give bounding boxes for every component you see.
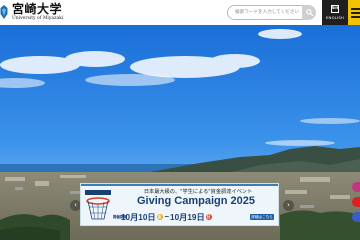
logo-japanese-name: 宮崎大学 [12, 2, 63, 16]
search-input[interactable] [235, 7, 303, 18]
instagram-icon[interactable] [352, 182, 360, 192]
chevron-right-icon: › [287, 201, 290, 209]
facebook-icon[interactable] [352, 212, 360, 222]
start-weekday-badge: 金 [156, 213, 163, 220]
basketball-hoop-icon [85, 190, 111, 220]
date-separator: – [164, 212, 170, 221]
side-link-strip [352, 182, 360, 227]
hamburger-icon-bar [351, 8, 360, 10]
campaign-tagline: 日本最大級の、"学生による"資金調達イベント [143, 189, 253, 195]
english-language-button[interactable]: En ENGLISH [322, 0, 348, 25]
giving-campaign-banner[interactable]: 日本最大級の、"学生による"資金調達イベント Giving Campaign 2… [80, 183, 279, 226]
logo-english-name: University of Miyazaki [12, 16, 64, 21]
end-date: 10月19日 [170, 212, 205, 222]
university-emblem-icon [0, 5, 8, 19]
hamburger-icon-bar [351, 16, 360, 18]
chevron-left-icon: ‹ [74, 201, 77, 209]
campaign-period: 開催期間 10月10日 金 – 10月19日 日 [113, 211, 263, 222]
banner-top-stripe [81, 184, 278, 186]
end-weekday-badge: 日 [205, 213, 212, 220]
youtube-icon[interactable] [352, 197, 360, 207]
menu-button[interactable] [348, 0, 360, 25]
language-badge: En [331, 5, 339, 13]
language-label: ENGLISH [325, 15, 345, 20]
period-label: 開催期間 [113, 214, 127, 219]
campaign-title: Giving Campaign 2025 [137, 195, 255, 207]
site-header: 宮崎大学 University of Miyazaki En ENGLISH [0, 0, 360, 25]
start-date: 10月10日 [121, 212, 156, 222]
search-button[interactable] [302, 5, 316, 20]
carousel-next-button[interactable]: › [283, 200, 294, 211]
campaign-details-button[interactable]: 詳細はこちら [250, 214, 274, 220]
hamburger-icon-bar [351, 12, 360, 14]
search-icon [305, 9, 313, 16]
